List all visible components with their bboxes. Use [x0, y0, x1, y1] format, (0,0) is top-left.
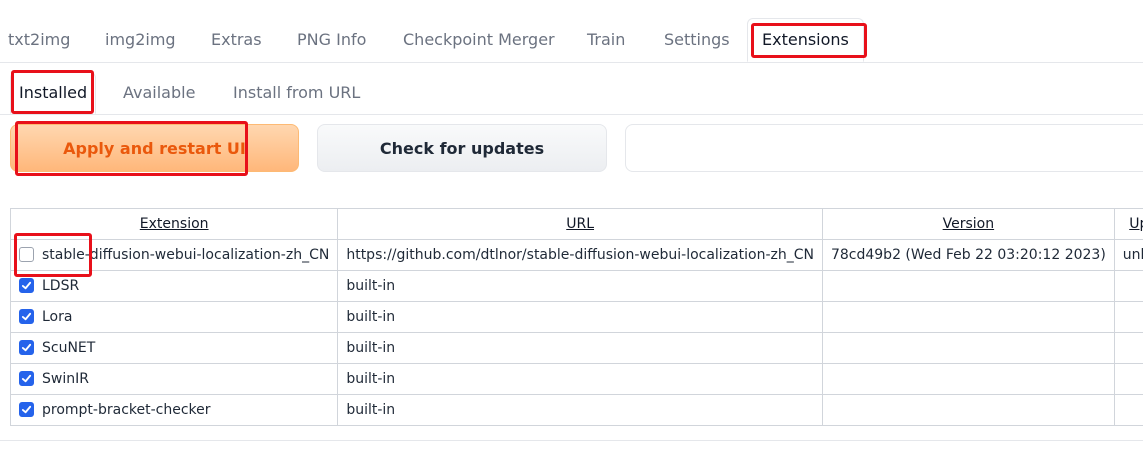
extension-update-status — [1113, 301, 1143, 333]
extension-update-status — [1113, 363, 1143, 395]
extension-name: stable-diffusion-webui-localization-zh_C… — [42, 247, 330, 263]
extension-url: built-in — [337, 332, 823, 364]
enable-checkbox[interactable] — [19, 370, 34, 386]
extensions-table: Extension URL Version Update stable-diff… — [9, 208, 1143, 426]
tab-settings[interactable]: Settings — [664, 18, 730, 62]
extension-cell: ScuNET — [9, 332, 339, 364]
extension-update-status: unknown — [1113, 239, 1143, 271]
tab-install-from-url[interactable]: Install from URL — [233, 72, 360, 114]
extension-version — [821, 363, 1115, 395]
tab-installed[interactable]: Installed — [10, 72, 97, 114]
extension-version — [821, 332, 1115, 364]
extension-cell: SwinIR — [9, 363, 339, 395]
tab-extensions[interactable]: Extensions — [747, 18, 864, 62]
checkmark-icon — [21, 405, 32, 413]
extension-name: prompt-bracket-checker — [42, 402, 211, 418]
extension-update-status — [1113, 332, 1143, 364]
tab-txt2img[interactable]: txt2img — [8, 18, 70, 62]
extension-update-status — [1113, 270, 1143, 302]
checkmark-icon — [21, 343, 32, 351]
extension-name: SwinIR — [42, 371, 89, 387]
extension-url: built-in — [337, 301, 823, 333]
enable-checkbox[interactable] — [19, 277, 34, 293]
extension-update-status — [1113, 394, 1143, 426]
extension-url: built-in — [337, 363, 823, 395]
column-header-url: URL — [337, 208, 823, 240]
divider — [0, 440, 1143, 441]
tab-available[interactable]: Available — [123, 72, 195, 114]
checkmark-icon — [21, 374, 32, 382]
apply-and-restart-button[interactable]: Apply and restart UI — [10, 124, 299, 172]
enable-checkbox[interactable] — [19, 401, 34, 417]
tab-checkpoint-merger[interactable]: Checkpoint Merger — [403, 18, 555, 62]
extension-version — [821, 301, 1115, 333]
tab-img2img[interactable]: img2img — [105, 18, 176, 62]
enable-checkbox[interactable] — [19, 246, 34, 262]
column-header-extension: Extension — [9, 208, 339, 240]
extension-url: https://github.com/dtlnor/stable-diffusi… — [337, 239, 823, 271]
extension-name: Lora — [42, 309, 73, 325]
table-row: prompt-bracket-checker built-in — [9, 394, 1143, 426]
table-row: SwinIR built-in — [9, 363, 1143, 395]
extension-name: LDSR — [42, 278, 80, 294]
checkmark-icon — [21, 281, 32, 289]
extension-version — [821, 394, 1115, 426]
table-row: LDSR built-in — [9, 270, 1143, 302]
enable-checkbox[interactable] — [19, 308, 34, 324]
extension-url: built-in — [337, 270, 823, 302]
update-status-box — [625, 124, 1143, 172]
tab-train[interactable]: Train — [587, 18, 625, 62]
extension-cell: prompt-bracket-checker — [9, 394, 339, 426]
extension-url: built-in — [337, 394, 823, 426]
main-tab-bar: txt2img img2img Extras PNG Info Checkpoi… — [0, 18, 1143, 63]
extension-version — [821, 270, 1115, 302]
table-row: ScuNET built-in — [9, 332, 1143, 364]
table-header-row: Extension URL Version Update — [9, 208, 1143, 240]
extension-cell: LDSR — [9, 270, 339, 302]
checkmark-icon — [21, 312, 32, 320]
enable-checkbox[interactable] — [19, 339, 34, 355]
extension-cell: stable-diffusion-webui-localization-zh_C… — [9, 239, 339, 271]
extension-version: 78cd49b2 (Wed Feb 22 03:20:12 2023) — [821, 239, 1115, 271]
check-for-updates-button[interactable]: Check for updates — [317, 124, 607, 172]
tab-extras[interactable]: Extras — [211, 18, 262, 62]
column-header-update: Update — [1113, 208, 1143, 240]
extensions-sub-tab-bar: Installed Available Install from URL — [0, 72, 1143, 115]
extension-cell: Lora — [9, 301, 339, 333]
table-row: Lora built-in — [9, 301, 1143, 333]
extension-name: ScuNET — [42, 340, 96, 356]
column-header-version: Version — [821, 208, 1115, 240]
tab-png-info[interactable]: PNG Info — [297, 18, 366, 62]
table-row: stable-diffusion-webui-localization-zh_C… — [9, 239, 1143, 271]
